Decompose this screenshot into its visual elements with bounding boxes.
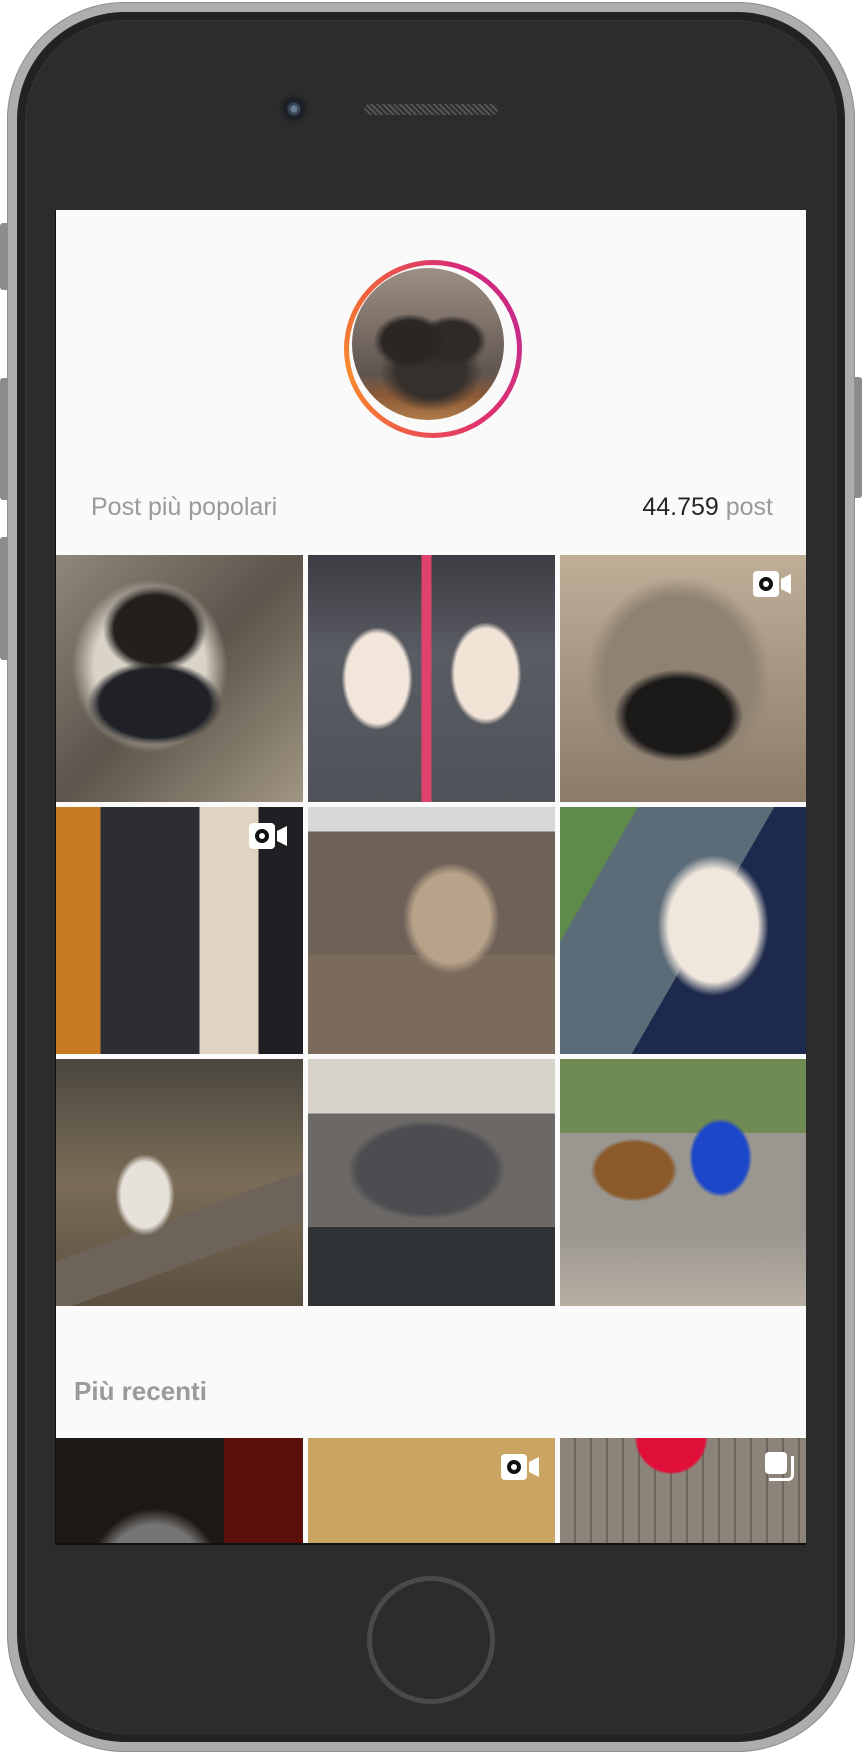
popular-post-tile[interactable] bbox=[560, 555, 806, 802]
hashtag-avatar[interactable] bbox=[344, 260, 522, 438]
section-title-popular: Post più popolari bbox=[91, 493, 278, 521]
front-camera-icon bbox=[279, 94, 309, 124]
earpiece-speaker bbox=[364, 104, 498, 115]
volume-down-button bbox=[0, 537, 7, 660]
post-count: 44.759 post bbox=[642, 492, 773, 522]
popular-post-tile[interactable] bbox=[56, 807, 303, 1054]
recent-post-tile[interactable] bbox=[308, 1438, 555, 1543]
popular-post-tile[interactable] bbox=[560, 807, 806, 1054]
video-icon bbox=[753, 571, 795, 597]
popular-post-tile[interactable] bbox=[308, 555, 555, 802]
popular-post-tile[interactable] bbox=[560, 1059, 806, 1306]
mute-switch bbox=[0, 223, 7, 290]
app-screen: Post più popolari 44.759 post Più recent… bbox=[55, 210, 806, 1545]
post-count-number: 44.759 bbox=[642, 493, 719, 521]
popular-post-tile[interactable] bbox=[308, 1059, 555, 1306]
avatar-image bbox=[352, 268, 504, 420]
video-icon bbox=[501, 1454, 543, 1480]
popular-post-tile[interactable] bbox=[56, 1059, 303, 1306]
section-title-recent: Più recenti bbox=[74, 1376, 207, 1406]
popular-post-tile[interactable] bbox=[56, 555, 303, 802]
volume-up-button bbox=[0, 378, 7, 500]
popular-post-tile[interactable] bbox=[308, 807, 555, 1054]
carousel-icon bbox=[765, 1452, 794, 1481]
recent-post-tile[interactable] bbox=[560, 1438, 806, 1543]
post-count-unit: post bbox=[725, 493, 773, 521]
recent-post-tile[interactable] bbox=[56, 1438, 303, 1543]
power-button bbox=[854, 377, 862, 498]
home-button[interactable] bbox=[367, 1576, 495, 1704]
video-icon bbox=[249, 823, 291, 849]
